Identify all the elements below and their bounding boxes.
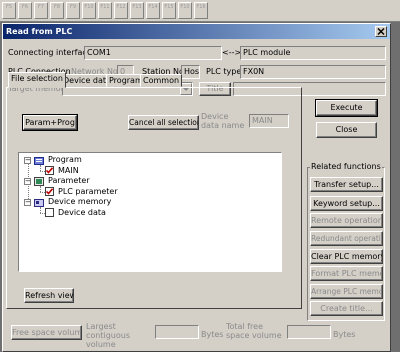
cancel-all-selections-button[interactable]: Cancel all selections: [128, 115, 199, 130]
remote-operation-button[interactable]: Remote operation: [310, 213, 383, 228]
background-toolbar: F5 F6 F7 F8 F9 F10 F11 F12 F13 F14 F15 F…: [0, 0, 400, 22]
toolbar-button-9[interactable]: F13: [130, 2, 144, 19]
clear-plc-memory-button[interactable]: Clear PLC memory...: [310, 249, 383, 264]
param-prog-button[interactable]: Param+Prog: [22, 114, 78, 131]
parameter-icon: [34, 177, 44, 186]
device-memory-icon: [34, 198, 44, 207]
toolbar-button-7[interactable]: F11: [98, 2, 112, 19]
collapse-program-icon[interactable]: −: [24, 157, 31, 164]
largest-contiguous-volume-field: [155, 325, 199, 339]
total-free-space-volume-field: [287, 325, 331, 339]
largest-contiguous-volume-label: Largest contiguous volume: [86, 322, 131, 349]
format-plc-memory-button[interactable]: Format PLC memory...: [310, 266, 383, 281]
plc-type-field: FX0N: [240, 65, 386, 79]
create-title-button[interactable]: Create title...: [310, 301, 383, 316]
toolbar-button-3[interactable]: F7: [34, 2, 48, 19]
program-folder-icon: [34, 156, 44, 165]
close-icon[interactable]: [375, 26, 387, 37]
collapse-device-memory-icon[interactable]: −: [24, 199, 31, 206]
refresh-view-button[interactable]: Refresh view: [24, 288, 74, 303]
connecting-interface-field: COM1: [84, 46, 222, 60]
total-free-space-volume-label: Total free space volume: [226, 322, 282, 340]
toolbar-button-1[interactable]: F5: [2, 2, 16, 19]
dialog-title-bar[interactable]: Read from PLC: [3, 24, 390, 39]
largest-unit-label: Bytes: [201, 330, 224, 339]
file-tree: − Program MAIN − Parameter PLC parameter…: [18, 152, 282, 272]
toolbar-button-4[interactable]: F8: [50, 2, 64, 19]
device-data-name-label: Device data name: [201, 112, 245, 130]
device-data-checkbox[interactable]: [45, 208, 54, 217]
transfer-setup-button[interactable]: Transfer setup...: [310, 177, 383, 192]
toolbar-button-13[interactable]: F16: [194, 2, 208, 19]
close-button[interactable]: Close: [316, 122, 377, 138]
toolbar-button-5[interactable]: F9: [66, 2, 80, 19]
redundant-operation-button[interactable]: Redundant operation...: [310, 231, 383, 246]
total-unit-label: Bytes: [333, 330, 356, 339]
plc-parameter-checkbox[interactable]: [45, 187, 54, 196]
arrange-plc-memory-button[interactable]: Arrange PLC memory...: [310, 284, 383, 299]
plc-module-field: PLC module: [240, 46, 386, 60]
toolbar-button-2[interactable]: F6: [18, 2, 32, 19]
connection-arrow: <-->: [222, 48, 242, 57]
free-space-volume-button[interactable]: Free space volume: [11, 325, 82, 340]
plc-type-label: PLC type: [206, 67, 242, 76]
toolbar-button-6[interactable]: F10: [82, 2, 96, 19]
station-no-field: Host: [181, 65, 200, 79]
keyword-setup-button[interactable]: Keyword setup...: [310, 196, 383, 211]
toolbar-button-11[interactable]: F15: [162, 2, 176, 19]
related-functions-label: Related functions: [310, 161, 382, 173]
tree-item-device-data[interactable]: Device data: [58, 207, 106, 219]
dialog-title: Read from PLC: [6, 27, 73, 36]
device-data-name-field: MAIN: [249, 114, 289, 128]
toolbar-button-10[interactable]: F14: [146, 2, 160, 19]
toolbar-button-8[interactable]: F12: [114, 2, 128, 19]
execute-button[interactable]: Execute: [315, 99, 378, 117]
tab-common[interactable]: Common: [140, 74, 183, 87]
toolbar-button-12[interactable]: F10: [178, 2, 192, 19]
collapse-parameter-icon[interactable]: −: [24, 178, 31, 185]
connecting-interface-label: Connecting interface: [8, 48, 92, 57]
main-checkbox[interactable]: [45, 166, 54, 175]
tab-file-selection[interactable]: File selection: [8, 72, 66, 88]
